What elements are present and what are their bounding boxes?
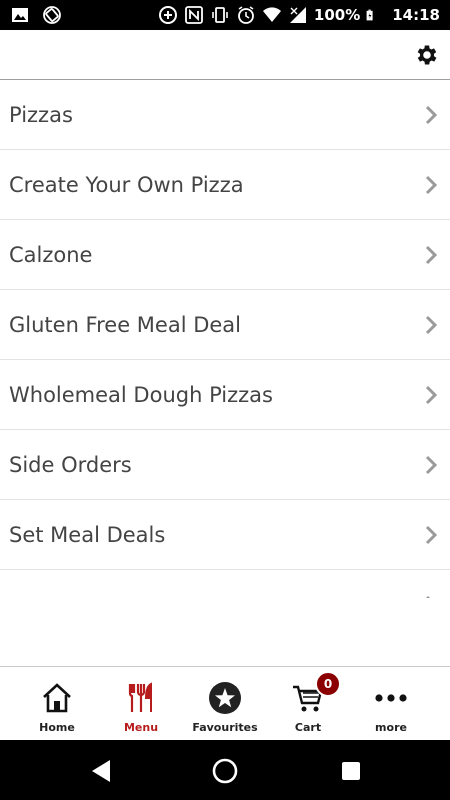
home-button-icon[interactable] bbox=[212, 758, 238, 784]
nfc-icon bbox=[185, 6, 203, 24]
menu-item-calzone[interactable]: Calzone bbox=[0, 220, 450, 290]
menu-item-create-your-own-pizza[interactable]: Create Your Own Pizza bbox=[0, 150, 450, 220]
rotation-lock-icon bbox=[43, 6, 61, 24]
list-fade-area bbox=[0, 598, 450, 666]
menu-item-side-orders[interactable]: Side Orders bbox=[0, 430, 450, 500]
alarm-icon bbox=[238, 6, 254, 24]
chevron-right-icon bbox=[425, 245, 438, 265]
menu-category-list[interactable]: Pizzas Create Your Own Pizza Calzone Glu… bbox=[0, 80, 450, 598]
chevron-right-icon bbox=[425, 315, 438, 335]
wifi-icon bbox=[262, 7, 281, 23]
nav-label: Menu bbox=[123, 721, 159, 734]
system-navigation-bar bbox=[0, 740, 450, 800]
image-icon bbox=[12, 8, 28, 22]
menu-item-label: Wholemeal Dough Pizzas bbox=[9, 382, 273, 407]
star-icon bbox=[209, 682, 241, 714]
nav-home[interactable]: Home bbox=[12, 667, 102, 741]
menu-item-gluten-free-meal-deal[interactable]: Gluten Free Meal Deal bbox=[0, 290, 450, 360]
menu-item-label: Calzone bbox=[9, 242, 93, 267]
menu-item-wholemeal-dough-pizzas[interactable]: Wholemeal Dough Pizzas bbox=[0, 360, 450, 430]
gear-icon[interactable] bbox=[414, 42, 440, 68]
recents-icon[interactable] bbox=[338, 758, 364, 784]
menu-item-set-meal-deals[interactable]: Set Meal Deals bbox=[0, 500, 450, 570]
home-icon bbox=[43, 683, 71, 713]
clock: 14:18 bbox=[392, 6, 440, 24]
menu-item-label: Set Meal Deals bbox=[9, 522, 166, 547]
status-left-icons bbox=[10, 5, 62, 25]
vibrate-icon bbox=[212, 7, 228, 23]
menu-item-pizzas[interactable]: Pizzas bbox=[0, 80, 450, 150]
nav-label: Home bbox=[39, 721, 75, 734]
nav-favourites[interactable]: Favourites bbox=[180, 667, 270, 741]
data-saver-icon bbox=[158, 6, 177, 24]
menu-item-label: Side Orders bbox=[9, 452, 132, 477]
nav-menu[interactable]: Menu bbox=[96, 667, 186, 741]
chevron-right-icon bbox=[425, 525, 438, 545]
menu-item-label: Pizzas bbox=[9, 102, 73, 127]
status-bar: 100% 14:18 bbox=[0, 0, 450, 30]
menu-item-partial[interactable] bbox=[0, 570, 450, 598]
chevron-right-icon bbox=[425, 385, 438, 405]
battery-charging-icon bbox=[366, 9, 373, 21]
menu-item-label: Gluten Free Meal Deal bbox=[9, 312, 242, 337]
cart-count-badge: 0 bbox=[315, 671, 341, 697]
battery-percent: 100% bbox=[313, 6, 361, 24]
chevron-right-icon bbox=[425, 175, 438, 195]
signal-icon bbox=[289, 7, 306, 23]
nav-label: Favourites bbox=[192, 721, 258, 734]
status-right-icons: 100% 14:18 bbox=[158, 5, 440, 25]
chevron-right-icon bbox=[425, 105, 438, 125]
bottom-navigation: Home Menu Favourites 0 Cart more bbox=[0, 666, 450, 740]
chevron-right-icon bbox=[425, 455, 438, 475]
more-icon bbox=[375, 694, 407, 702]
nav-label: Cart bbox=[294, 721, 322, 734]
nav-cart[interactable]: 0 Cart bbox=[263, 667, 353, 741]
menu-item-label: Create Your Own Pizza bbox=[9, 172, 244, 197]
nav-more[interactable]: more bbox=[346, 667, 436, 741]
cutlery-icon bbox=[128, 682, 152, 712]
back-icon[interactable] bbox=[88, 758, 114, 784]
top-app-bar bbox=[0, 30, 450, 80]
nav-label: more bbox=[375, 721, 407, 734]
